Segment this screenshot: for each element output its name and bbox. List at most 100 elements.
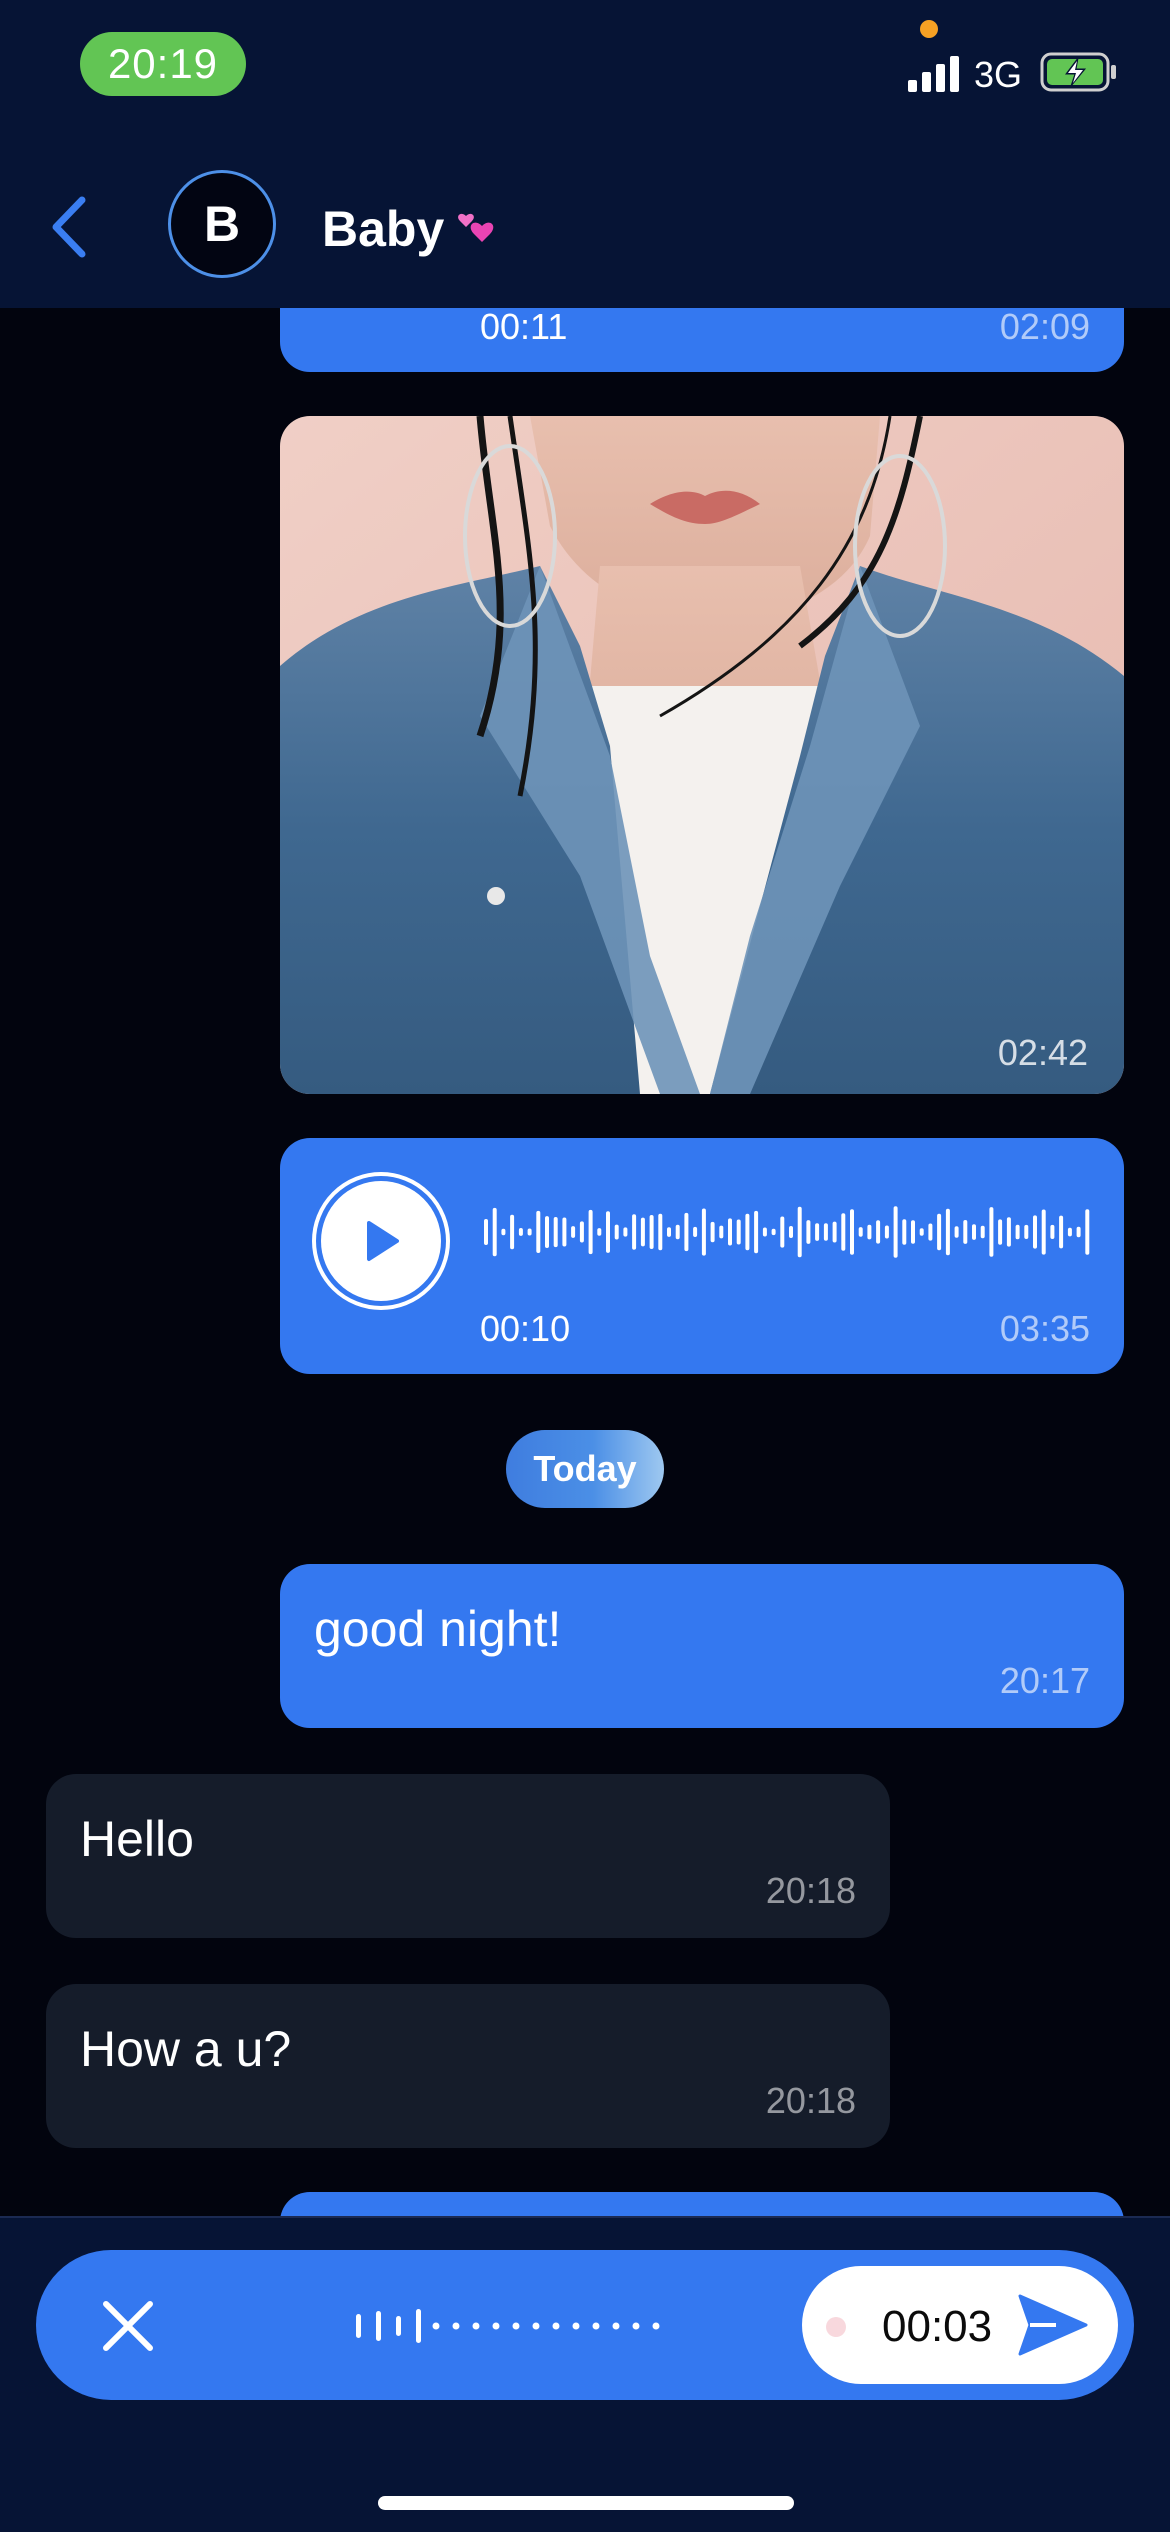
recording-timer: 00:03	[882, 2302, 993, 2351]
chevron-left-icon[interactable]	[44, 192, 94, 262]
waveform-bar	[527, 1228, 532, 1236]
waveform-bar	[902, 1219, 907, 1245]
waveform-bar	[728, 1218, 732, 1246]
waveform-bar	[762, 1227, 767, 1237]
waveform-bar	[884, 1225, 889, 1239]
waveform-bar	[815, 1223, 820, 1241]
voice-elapsed: 00:11	[480, 306, 568, 347]
waveform-bar	[675, 1224, 680, 1240]
waveform-dot	[572, 2322, 580, 2330]
waveform-bar	[893, 1206, 898, 1258]
waveform-bar	[771, 1228, 776, 1236]
home-indicator[interactable]	[378, 2496, 794, 2510]
waveform-bar	[1067, 1227, 1072, 1237]
waveform-bar	[789, 1226, 793, 1238]
waveform-bar	[571, 1226, 576, 1238]
close-icon[interactable]	[96, 2294, 160, 2358]
waveform-bar	[658, 1213, 663, 1251]
waveform-bar	[780, 1216, 785, 1248]
chat-header: 20:19 3G B Baby	[0, 0, 1170, 308]
waveform-dot	[472, 2322, 480, 2330]
message-text: How a u?	[80, 2021, 292, 2077]
waveform-bar	[693, 1226, 698, 1237]
waveform-bar	[649, 1215, 654, 1249]
waveform-dot	[532, 2322, 540, 2330]
photo-image	[280, 416, 1124, 1094]
waveform-bar	[1033, 1215, 1037, 1249]
waveform-dot	[492, 2322, 500, 2330]
incoming-message[interactable]: How a u? 20:18	[46, 1984, 890, 2148]
waveform-bar	[1085, 1209, 1090, 1255]
waveform-bar	[536, 1210, 541, 1253]
waveform-bar	[623, 1227, 628, 1237]
voice-elapsed: 00:10	[480, 1308, 571, 1349]
waveform-bar	[510, 1214, 515, 1250]
waveform-dot	[432, 2322, 440, 2330]
waveform-bar	[858, 1227, 863, 1237]
waveform-bar	[911, 1220, 915, 1244]
message-timestamp: 20:17	[999, 1660, 1090, 1701]
waveform-dot	[592, 2322, 600, 2330]
waveform-bar	[416, 2309, 421, 2343]
waveform-bar	[396, 2316, 401, 2336]
waveform-bar	[484, 1219, 488, 1245]
incoming-message[interactable]: Hello 20:18	[46, 1774, 890, 1938]
play-button[interactable]	[312, 1172, 450, 1310]
waveform-bar	[588, 1209, 593, 1255]
waveform-bar	[667, 1227, 671, 1237]
message-timestamp: 02:42	[997, 1032, 1088, 1073]
avatar[interactable]: B	[168, 170, 276, 278]
waveform-bar	[710, 1221, 715, 1243]
waveform-bar	[1024, 1224, 1029, 1239]
waveform-bar	[376, 2311, 381, 2341]
contact-name[interactable]: Baby	[322, 200, 444, 258]
recording-indicator-dot	[826, 2317, 846, 2337]
waveform-bar	[614, 1224, 619, 1240]
outgoing-message[interactable]: good night! 20:17	[280, 1564, 1124, 1728]
waveform-bar	[937, 1213, 942, 1251]
signal-icon	[908, 56, 959, 92]
send-icon[interactable]	[1016, 2292, 1090, 2358]
message-timestamp: 20:18	[765, 2080, 856, 2121]
waveform-bar	[701, 1208, 706, 1256]
message-text: Hello	[80, 1811, 194, 1867]
waveform-bar	[980, 1225, 985, 1239]
waveform-bar	[501, 1228, 506, 1236]
avatar-initial: B	[203, 196, 241, 252]
privacy-indicator-dot	[920, 20, 938, 38]
waveform-bar	[919, 1228, 924, 1236]
waveform-bar	[972, 1224, 976, 1240]
waveform-bar	[597, 1228, 602, 1236]
waveform-bar	[736, 1219, 741, 1245]
waveform-bar	[945, 1208, 950, 1256]
waveform-bar	[954, 1226, 959, 1238]
date-separator: Today	[506, 1430, 664, 1508]
waveform-bar	[562, 1217, 567, 1247]
waveform-bar	[719, 1225, 724, 1239]
waveform-dot	[612, 2322, 620, 2330]
status-time: 20:19	[80, 32, 246, 96]
waveform-dot	[552, 2322, 560, 2330]
message-text: good night!	[314, 1601, 562, 1657]
waveform-bar	[928, 1223, 933, 1241]
waveform-bar	[823, 1223, 828, 1241]
message-timestamp: 03:35	[999, 1308, 1090, 1349]
voice-recorder-bar: 00:03	[0, 2216, 1170, 2532]
waveform-bar	[632, 1214, 637, 1250]
waveform-dot	[512, 2322, 520, 2330]
waveform-bar	[553, 1217, 558, 1248]
photo-message[interactable]: 02:42	[280, 416, 1124, 1094]
waveform-bar	[841, 1213, 846, 1251]
waveform-bar	[806, 1220, 811, 1244]
waveform[interactable]	[484, 1198, 1094, 1266]
waveform-bar	[876, 1220, 881, 1244]
waveform-bar	[1006, 1217, 1011, 1247]
waveform-dot	[652, 2322, 660, 2330]
voice-message[interactable]: 00:10 03:35	[280, 1138, 1124, 1374]
waveform-bar	[492, 1207, 497, 1257]
waveform-bar	[518, 1228, 523, 1236]
waveform-bar	[356, 2314, 361, 2338]
waveform-bar	[1015, 1224, 1020, 1240]
play-icon	[367, 1221, 399, 1261]
waveform-bar	[989, 1207, 994, 1257]
